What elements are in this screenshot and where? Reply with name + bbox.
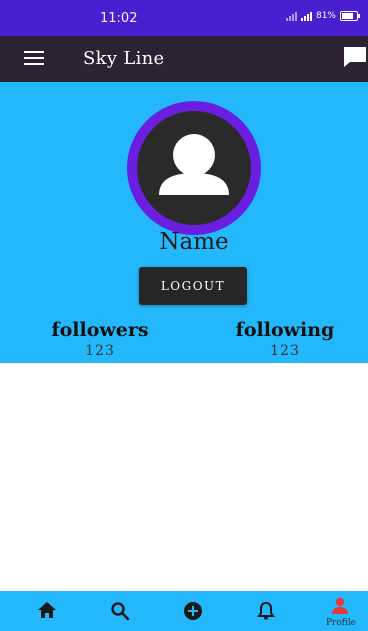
status-indicators: 81% xyxy=(285,11,360,21)
nav-home[interactable] xyxy=(22,591,72,631)
chat-icon[interactable] xyxy=(340,45,368,69)
app-bar: Sky Line xyxy=(0,36,368,82)
followers-label: followers xyxy=(51,319,149,341)
status-time: 11:02 xyxy=(100,11,138,26)
bell-icon xyxy=(257,601,275,620)
hamburger-menu-icon[interactable] xyxy=(24,51,44,65)
profile-header: Name LOGOUT followers 123 following 123 xyxy=(0,82,368,363)
profile-screen: 11:02 81% Sky Line Name LOGOUT followers… xyxy=(0,0,368,631)
following-stat[interactable]: following 123 xyxy=(215,318,355,360)
nav-profile[interactable]: Profile xyxy=(315,591,365,631)
battery-percentage: 81% xyxy=(315,11,336,21)
followers-count: 123 xyxy=(85,343,115,359)
avatar-ring xyxy=(127,101,261,235)
user-avatar-icon[interactable] xyxy=(137,111,251,225)
logout-button[interactable]: LOGOUT xyxy=(139,267,247,305)
search-icon xyxy=(111,602,130,621)
following-count: 123 xyxy=(270,343,300,359)
app-title: Sky Line xyxy=(83,48,165,69)
nav-search[interactable] xyxy=(95,591,145,631)
profile-name: Name xyxy=(159,229,229,255)
battery-icon xyxy=(340,11,360,21)
home-icon xyxy=(38,602,56,618)
nav-profile-label: Profile xyxy=(326,618,356,628)
bottom-nav: Profile xyxy=(0,591,368,631)
signal-strength-icon xyxy=(300,11,312,21)
nav-add[interactable] xyxy=(168,591,218,631)
profile-icon xyxy=(332,597,348,614)
add-circle-icon xyxy=(184,602,202,620)
signal-icon xyxy=(285,11,297,21)
following-label: following xyxy=(235,319,335,341)
nav-notifications[interactable] xyxy=(241,591,291,631)
followers-stat[interactable]: followers 123 xyxy=(30,318,170,360)
status-bar: 11:02 81% xyxy=(0,0,368,36)
